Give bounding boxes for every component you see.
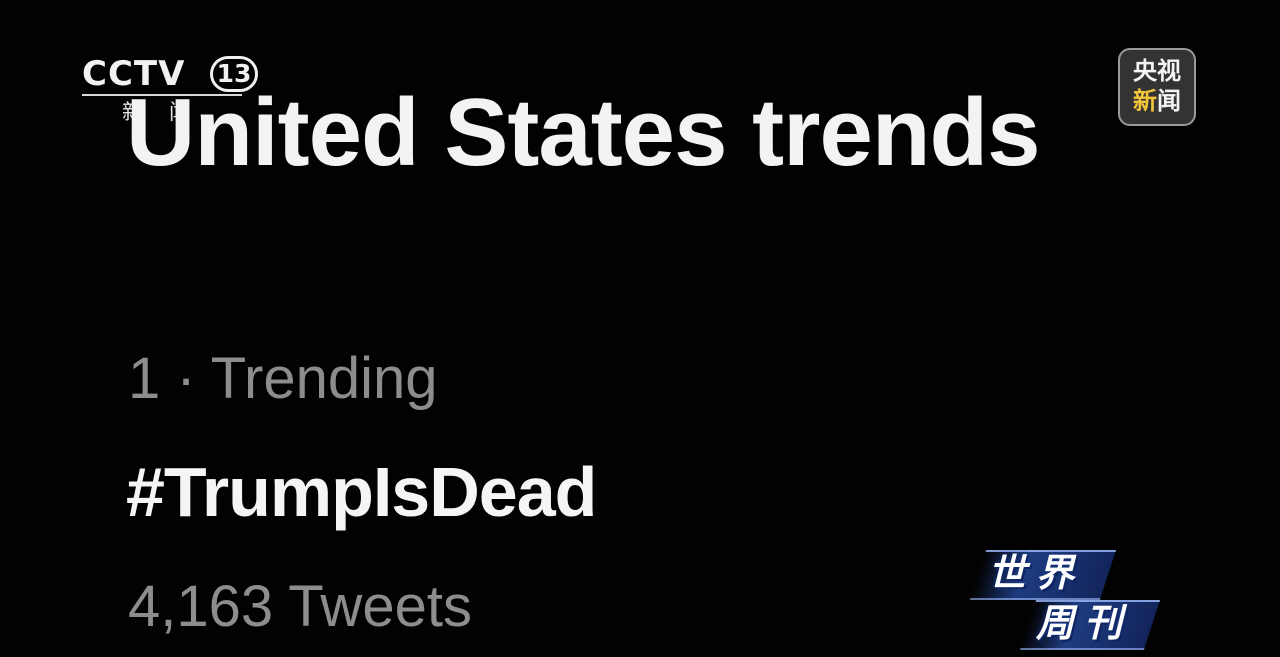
badge-line1: 央视: [1133, 57, 1181, 85]
trends-title: United States trends: [126, 79, 1041, 186]
video-frame: CCTV 13 新闻 央视 新闻 United States trends 1 …: [0, 0, 1280, 657]
badge-line2-rest: 闻: [1157, 87, 1181, 115]
trend-hashtag[interactable]: #TrumpIsDead: [126, 452, 597, 532]
badge-line2-highlight: 新: [1133, 87, 1157, 115]
program-logo-line1: 世界: [988, 551, 1085, 595]
trend-rank-label: 1 · Trending: [128, 346, 438, 411]
program-logo-line2: 周刊: [1036, 601, 1133, 645]
world-weekly-program-logo: 世界 周刊: [968, 546, 1168, 650]
cctv-news-badge: 央视 新闻: [1118, 48, 1196, 126]
badge-line2: 新闻: [1120, 86, 1194, 116]
trend-tweet-count: 4,163 Tweets: [128, 574, 472, 639]
